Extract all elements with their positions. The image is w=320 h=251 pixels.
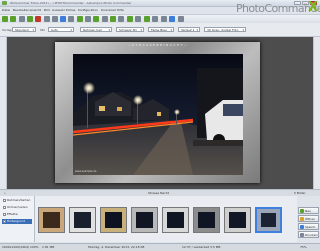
brush-icon[interactable]	[77, 16, 83, 22]
checkbox-icon	[3, 206, 6, 209]
grid-icon[interactable]	[135, 16, 141, 22]
app-icon	[2, 1, 7, 5]
select-icon[interactable]	[68, 16, 74, 22]
chevron-down-icon: ▾	[108, 28, 110, 32]
chevron-down-icon: ▾	[242, 28, 244, 32]
window-title: Wohnzimmer Fotos-2013 (...) PHOTOCommand…	[10, 1, 132, 5]
folder-icon[interactable]	[19, 16, 25, 22]
chevron-down-icon: ▾	[140, 28, 142, 32]
menu-edit[interactable]: Bearbeiten	[13, 7, 29, 13]
menu-download[interactable]: Download	[101, 7, 116, 13]
menu-file[interactable]: Datei	[2, 7, 10, 13]
checkbox-icon	[3, 220, 6, 223]
chevron-down-icon: ▾	[70, 28, 72, 32]
undo-icon[interactable]	[27, 16, 33, 22]
save-icon	[300, 225, 304, 229]
photo-caption: www.example.de	[75, 170, 97, 173]
new-button[interactable]: Neu	[298, 207, 319, 214]
category-effects[interactable]: Effekte	[2, 212, 32, 217]
chevron-down-icon: ▾	[170, 28, 172, 32]
rotate-icon[interactable]	[52, 16, 58, 22]
frame-select[interactable]: Rahmen hell ▾	[80, 27, 112, 32]
folder-open-icon	[300, 217, 304, 221]
eyedropper-icon[interactable]	[144, 16, 150, 22]
lasso-icon[interactable]	[152, 16, 158, 22]
right-panel-strip	[313, 37, 320, 189]
line-icon[interactable]	[102, 16, 108, 22]
background-select[interactable]: 30 Grau, dunkel Foto ▾	[204, 27, 246, 32]
left-panel-strip	[0, 37, 7, 189]
zoom-icon[interactable]	[127, 16, 133, 22]
color-select[interactable]: Farbe Blau ▾	[148, 27, 174, 32]
category-folders[interactable]: Ordner/Laden	[2, 205, 32, 210]
menu-image[interactable]: Bild	[44, 7, 50, 13]
printer-icon	[300, 233, 304, 237]
template-select[interactable]: Standard ▾	[12, 27, 36, 32]
thumbnail[interactable]	[162, 207, 189, 233]
thumbnail[interactable]	[193, 207, 220, 233]
category-panel: Rahmen/Karten Ordner/Laden Effekte Hinte…	[0, 196, 35, 242]
checkbox-icon	[3, 213, 6, 216]
thumbnail[interactable]	[224, 207, 251, 233]
settings-icon[interactable]	[178, 16, 184, 22]
pencil-icon[interactable]	[93, 16, 99, 22]
menu-config[interactable]: Konfiguration	[78, 7, 98, 13]
category-frames[interactable]: Rahmen/Karten	[2, 198, 32, 203]
thumbnail-selected[interactable]	[255, 207, 282, 233]
crop-icon[interactable]	[44, 16, 50, 22]
menu-selection[interactable]: Auswahl	[52, 7, 65, 13]
delete-icon[interactable]	[35, 16, 41, 22]
brand-logo-mark: X	[308, 0, 319, 15]
forward-icon[interactable]	[10, 16, 16, 22]
info-icon[interactable]	[169, 16, 175, 22]
thumbnail[interactable]	[69, 207, 96, 233]
thumbnail[interactable]	[38, 207, 65, 233]
text-icon[interactable]	[60, 16, 66, 22]
border-select[interactable]: Schwarz 3D ▾	[116, 27, 144, 32]
fill-icon[interactable]	[110, 16, 116, 22]
menu-tools[interactable]: Extras	[66, 7, 75, 13]
open-button[interactable]: Öffnen	[298, 215, 319, 222]
eraser-icon[interactable]	[118, 16, 124, 22]
style-select[interactable]: Auto ▾	[48, 27, 74, 32]
style-label: Stil	[40, 28, 45, 32]
canvas-status-bar: • Strasse Nacht 5 Bilder	[0, 189, 320, 196]
new-icon	[300, 209, 304, 213]
photo-preview[interactable]	[73, 54, 243, 175]
checkbox-icon	[3, 199, 6, 202]
chevron-down-icon: ▾	[196, 28, 198, 32]
back-icon[interactable]	[2, 16, 8, 22]
options-bar: Vorlage Standard ▾ Stil Auto ▾ Rahmen hell…	[0, 23, 320, 37]
menu-help[interactable]: Hilfe	[117, 7, 124, 13]
category-background[interactable]: Hintergrund	[2, 219, 32, 224]
print-icon[interactable]	[161, 16, 167, 22]
rectangle-icon[interactable]	[85, 16, 91, 22]
save-button[interactable]: Speich.	[298, 223, 319, 230]
night-street-photo	[73, 54, 243, 175]
menu-view[interactable]: Ansicht	[30, 7, 41, 13]
thumbnail[interactable]	[100, 207, 127, 233]
menu-bar: Datei Bearbeiten Ansicht Bild Auswahl Ex…	[0, 7, 215, 13]
frame-title: ~ S T R A S S E B E I N A C H T ~	[127, 43, 188, 47]
thumbnail[interactable]	[131, 207, 158, 233]
print-button[interactable]: Drucken	[298, 231, 319, 238]
gradient-select[interactable]: Verlauf 1 ▾	[178, 27, 200, 32]
chevron-down-icon: ▾	[32, 28, 34, 32]
